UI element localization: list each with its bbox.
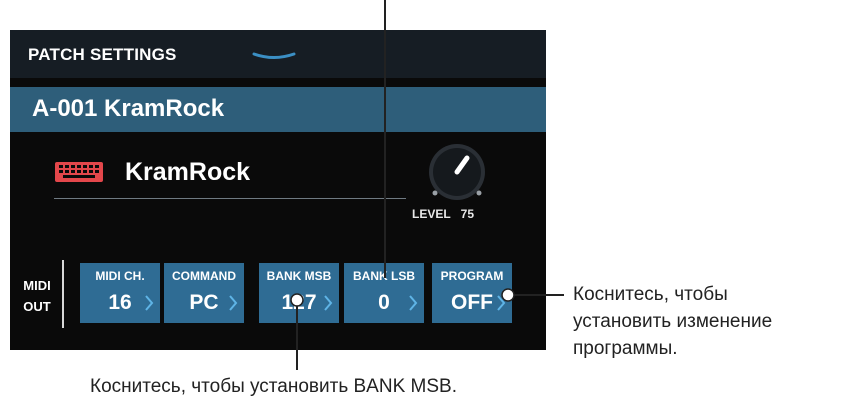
chevron-right-icon — [228, 294, 238, 317]
level-label: LEVEL — [412, 207, 451, 221]
command-button[interactable]: COMMAND PC — [164, 263, 244, 323]
divider — [54, 198, 406, 199]
bank-msb-leader-dot — [290, 293, 304, 307]
param-label: BANK MSB — [266, 269, 332, 283]
level-value: 75 — [460, 207, 475, 221]
level-readout: LEVEL 75 — [412, 207, 474, 221]
param-label: MIDI CH. — [95, 269, 145, 283]
param-label: COMMAND — [172, 269, 236, 283]
midi-out-line2: OUT — [23, 299, 51, 314]
bank-lsb-leader-line — [384, 0, 386, 278]
program-callout-line3: программы. — [573, 338, 678, 359]
vertical-separator — [62, 260, 64, 328]
chevron-right-icon — [144, 294, 154, 317]
patch-settings-screen: PATCH SETTINGS A-001 KramRock KramRock L… — [10, 30, 546, 350]
patch-name: A-001 KramRock — [32, 95, 225, 122]
program-callout-line2: установить изменение — [573, 311, 773, 332]
program-leader-dot — [501, 288, 515, 302]
chevron-right-icon — [323, 294, 333, 317]
page-title: PATCH SETTINGS — [28, 45, 177, 64]
program-leader-line — [512, 294, 564, 296]
patch-name-bar[interactable]: A-001 KramRock — [10, 87, 546, 132]
param-label: PROGRAM — [440, 269, 504, 283]
chevron-down-icon[interactable] — [252, 50, 296, 69]
midi-out-label: MIDI OUT — [16, 275, 58, 317]
header-bar: PATCH SETTINGS — [10, 30, 546, 78]
midi-out-line1: MIDI — [23, 278, 51, 293]
instrument-name: KramRock — [125, 158, 251, 186]
bank-msb-leader-line — [296, 300, 298, 370]
program-callout-line1: Коснитесь, чтобы — [573, 284, 728, 305]
level-knob[interactable] — [425, 142, 489, 209]
keyboard-icon — [54, 161, 104, 188]
chevron-right-icon — [408, 294, 418, 317]
bank-msb-callout: Коснитесь, чтобы установить BANK MSB. — [90, 376, 457, 397]
program-callout: Коснитесь, чтобы установить изменение пр… — [573, 281, 772, 362]
midi-channel-button[interactable]: MIDI CH. 16 — [80, 263, 160, 323]
